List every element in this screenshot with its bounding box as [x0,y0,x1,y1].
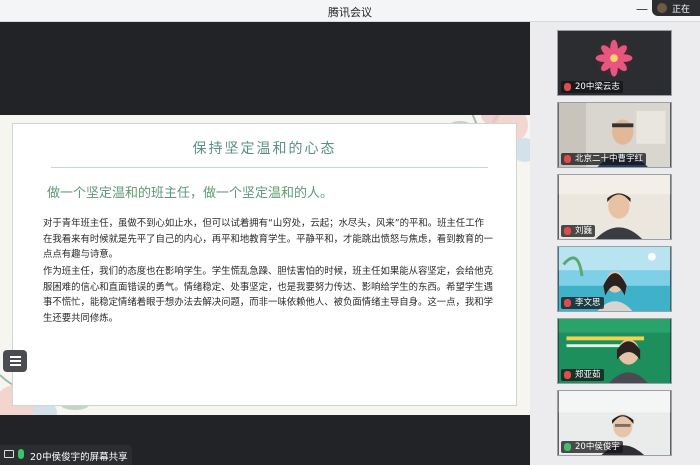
window-title: 腾讯会议 [328,6,372,19]
participant-tile[interactable]: 北京二十中曹宇红 [557,102,672,168]
participant-tile[interactable]: 李文思 [557,246,672,312]
presentation-slide: 保持坚定温和的心态 做一个坚定温和的班主任，做一个坚定温和的人。 对于青年班主任… [0,115,530,415]
list-menu-icon[interactable] [3,350,27,372]
microphone-on-icon [18,449,24,459]
participant-tile[interactable]: 刘巍 [557,174,672,240]
screen-share-bar[interactable]: 20中侯俊宇的屏幕共享 [0,445,132,465]
speaking-label: 正在 [672,5,691,15]
microphone-muted-icon [564,83,571,91]
minimize-button[interactable]: — [636,2,648,16]
participant-name: 刘巍 [561,225,596,237]
participant-name: 李文思 [561,297,604,309]
slide-paragraph: 对于青年班主任，虽做不到心如止水，但可以试着拥有“山穷处，云起；水尽头，风来”的… [43,218,494,261]
participant-tile[interactable]: 20中侯俊宇 [557,390,672,456]
shared-screen-stage[interactable]: 保持坚定温和的心态 做一个坚定温和的班主任，做一个坚定温和的人。 对于青年班主任… [0,22,530,465]
speaking-indicator[interactable]: 正在 [652,0,700,16]
microphone-muted-icon [564,371,571,379]
microphone-muted-icon [564,227,571,235]
participant-name: 20中梁云志 [561,81,623,93]
microphone-on-icon [564,443,571,451]
slide-title: 保持坚定温和的心态 [192,141,337,157]
slide-content-panel: 保持坚定温和的心态 做一个坚定温和的班主任，做一个坚定温和的人。 对于青年班主任… [12,123,517,406]
participant-tile[interactable]: 郑亚茹 [557,318,672,384]
speaker-avatar-icon [657,3,667,13]
participant-tile[interactable]: 20中梁云志 [557,30,672,96]
participant-name: 20中侯俊宇 [561,441,623,453]
participant-name: 北京二十中曹宇红 [561,153,647,165]
microphone-muted-icon [564,299,571,307]
title-bar: 腾讯会议 — [0,0,700,22]
participant-name: 郑亚茹 [561,369,604,381]
title-divider [51,167,488,168]
screen-share-icon [4,450,14,458]
slide-paragraph: 作为班主任，我们的态度也在影响学生。学生慌乱急躁、胆怯害怕的时候，班主任如果能从… [43,266,494,325]
microphone-muted-icon [564,155,571,163]
participant-video-list[interactable]: 20中梁云志 北京二十中曹宇红 刘巍 李文思 郑亚茹 20中侯俊宇 [530,22,700,465]
slide-subtitle: 做一个坚定温和的班主任，做一个坚定温和的人。 [47,186,334,201]
screen-share-label: 20中侯俊宇的屏幕共享 [30,452,128,463]
